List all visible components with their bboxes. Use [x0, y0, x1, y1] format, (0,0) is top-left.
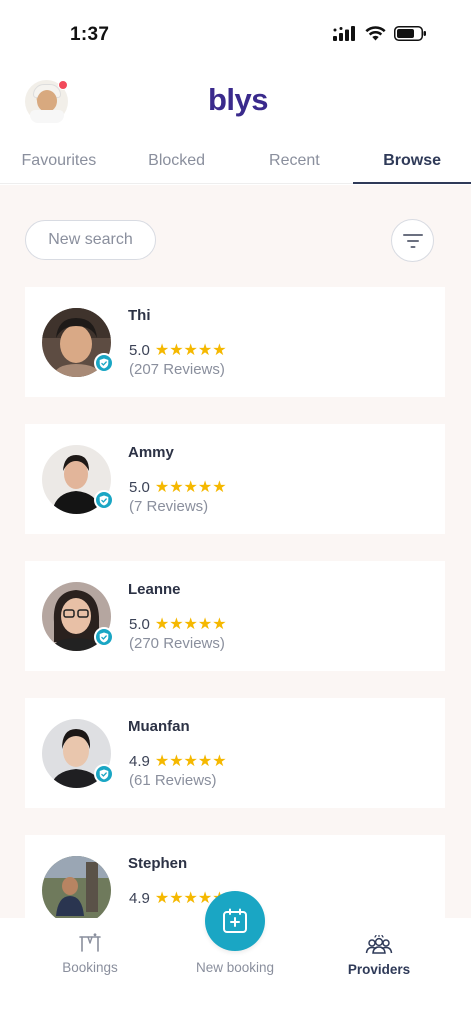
verified-badge-icon	[94, 764, 114, 784]
verified-badge-icon	[94, 353, 114, 373]
review-count: (207 Reviews)	[129, 361, 225, 378]
star-rating-icon: ★★★★★	[154, 342, 227, 359]
rating-row: 5.0 ★★★★★	[129, 614, 227, 634]
provider-name: Thi	[128, 307, 151, 324]
app-header: blys	[0, 70, 471, 134]
star-rating-icon: ★★★★★	[154, 753, 227, 770]
rating-value: 5.0	[129, 478, 150, 496]
star-rating-icon: ★★★★★	[154, 479, 227, 496]
filter-icon	[402, 233, 423, 248]
tab-blocked[interactable]: Blocked	[118, 142, 236, 183]
browse-content[interactable]: New search Thi 5.0 ★★★★★ (207 Reviews) A…	[0, 185, 471, 918]
provider-card[interactable]: Leanne 5.0 ★★★★★ (270 Reviews)	[25, 561, 445, 671]
review-count: (7 Reviews)	[129, 498, 209, 515]
tab-browse[interactable]: Browse	[353, 142, 471, 184]
provider-name: Stephen	[128, 855, 188, 872]
rating-row: 5.0 ★★★★★	[129, 340, 227, 360]
tab-favourites[interactable]: Favourites	[0, 142, 118, 183]
provider-card[interactable]: Muanfan 4.9 ★★★★★ (61 Reviews)	[25, 698, 445, 808]
tab-recent[interactable]: Recent	[236, 142, 354, 183]
provider-card[interactable]: Thi 5.0 ★★★★★ (207 Reviews)	[25, 287, 445, 397]
notification-dot	[58, 80, 68, 90]
calendar-plus-icon	[223, 908, 247, 933]
nav-bookings-label: Bookings	[62, 960, 118, 975]
verified-badge-icon	[94, 490, 114, 510]
new-search-button[interactable]: New search	[25, 220, 156, 260]
status-time: 1:37	[70, 24, 110, 45]
rating-value: 5.0	[129, 341, 150, 359]
status-icons	[333, 26, 427, 41]
filter-button[interactable]	[391, 219, 434, 262]
rating-row: 4.9 ★★★★★	[129, 751, 227, 771]
review-count: (61 Reviews)	[129, 772, 217, 789]
nav-providers-label: Providers	[347, 962, 411, 977]
new-booking-label[interactable]: New booking	[175, 960, 295, 975]
cellular-signal-icon	[333, 26, 355, 41]
provider-card[interactable]: Ammy 5.0 ★★★★★ (7 Reviews)	[25, 424, 445, 534]
rating-row: 5.0 ★★★★★	[129, 477, 227, 497]
verified-badge-icon	[94, 627, 114, 647]
app-logo: blys	[208, 82, 269, 117]
nav-bookings[interactable]: Bookings	[30, 932, 150, 975]
new-booking-button[interactable]	[205, 891, 265, 951]
status-bar: 1:37	[0, 0, 471, 70]
review-count: (270 Reviews)	[129, 635, 225, 652]
provider-name: Leanne	[128, 581, 181, 598]
provider-tabs: Favourites Blocked Recent Browse	[0, 142, 471, 184]
providers-group-icon	[365, 935, 393, 954]
provider-name: Muanfan	[128, 718, 190, 735]
battery-icon	[394, 26, 426, 41]
rating-value: 5.0	[129, 615, 150, 633]
wifi-icon	[365, 26, 386, 41]
nav-providers[interactable]: Providers	[319, 934, 439, 977]
massage-table-icon	[79, 933, 101, 952]
provider-photo	[42, 856, 111, 918]
provider-name: Ammy	[128, 444, 174, 461]
rating-value: 4.9	[129, 889, 150, 907]
star-rating-icon: ★★★★★	[154, 616, 227, 633]
rating-value: 4.9	[129, 752, 150, 770]
